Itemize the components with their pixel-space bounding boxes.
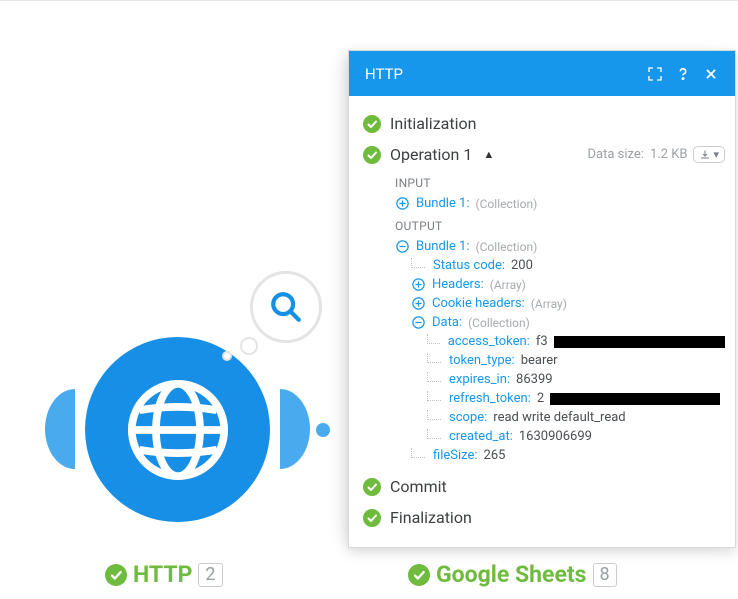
collapse-minus-icon[interactable] bbox=[395, 239, 410, 254]
speech-bubble-tail bbox=[240, 337, 258, 355]
caret-up-icon: ▲ bbox=[483, 148, 494, 161]
created-at-row: created_at: 1630906699 bbox=[395, 427, 725, 446]
check-icon bbox=[105, 564, 127, 586]
data-row[interactable]: Data: (Collection) bbox=[395, 313, 725, 332]
input-section-label: INPUT bbox=[395, 176, 725, 190]
cookie-headers-row[interactable]: Cookie headers: (Array) bbox=[395, 294, 725, 313]
field-value: 1630906699 bbox=[519, 429, 592, 444]
check-icon bbox=[363, 478, 381, 496]
http-module-node[interactable] bbox=[85, 337, 270, 522]
module-count: 8 bbox=[593, 563, 617, 587]
field-value: 265 bbox=[484, 448, 506, 463]
field-key: expires_in: bbox=[449, 372, 510, 387]
close-icon[interactable] bbox=[697, 60, 725, 88]
check-icon bbox=[363, 115, 381, 133]
connector-dot bbox=[316, 423, 330, 437]
check-icon bbox=[363, 509, 381, 527]
expires-in-row: expires_in: 86399 bbox=[395, 370, 725, 389]
bundle-key: Bundle 1: bbox=[416, 196, 470, 211]
field-meta: (Array) bbox=[531, 297, 567, 311]
speech-bubble-tail bbox=[222, 351, 232, 361]
field-key: token_type: bbox=[449, 353, 515, 368]
field-key: fileSize: bbox=[433, 448, 478, 463]
data-size-value: 1.2 KB bbox=[650, 147, 688, 162]
status-code-row: Status code: 200 bbox=[395, 256, 725, 275]
check-icon bbox=[363, 146, 381, 164]
field-key: access_token: bbox=[448, 334, 530, 349]
field-key: Data: bbox=[432, 315, 462, 330]
field-value: 86399 bbox=[516, 372, 553, 387]
field-key: created_at: bbox=[449, 429, 513, 444]
access-token-row: access_token: f3 bbox=[395, 332, 725, 351]
phase-finalization[interactable]: Finalization bbox=[363, 502, 725, 533]
field-key: Headers: bbox=[432, 277, 484, 292]
module-count: 2 bbox=[198, 563, 222, 587]
field-key: scope: bbox=[449, 410, 487, 425]
refresh-token-row: refresh_token: 2 bbox=[395, 389, 725, 408]
globe-icon bbox=[123, 375, 233, 485]
filesize-row: fileSize: 265 bbox=[395, 446, 725, 465]
token-type-row: token_type: bearer bbox=[395, 351, 725, 370]
phase-label: Finalization bbox=[390, 508, 472, 527]
expand-plus-icon[interactable] bbox=[395, 196, 410, 211]
inspect-button[interactable] bbox=[250, 271, 322, 343]
phase-operation-1[interactable]: Operation 1 ▲ Data size: 1.2 KB ▾ bbox=[363, 139, 725, 170]
phase-label: Initialization bbox=[390, 114, 476, 133]
phase-initialization[interactable]: Initialization bbox=[363, 108, 725, 139]
input-bundle-row[interactable]: Bundle 1: (Collection) bbox=[395, 194, 725, 213]
field-key: Cookie headers: bbox=[432, 296, 525, 311]
panel-header[interactable]: HTTP bbox=[349, 51, 735, 96]
scope-row: scope: read write default_read bbox=[395, 408, 725, 427]
field-value: 2 bbox=[537, 391, 544, 406]
help-icon[interactable] bbox=[669, 60, 697, 88]
field-value: bearer bbox=[521, 353, 558, 368]
data-size-label: Data size: bbox=[588, 147, 644, 162]
bundle-meta: (Collection) bbox=[476, 240, 538, 254]
panel-title: HTTP bbox=[365, 65, 641, 83]
output-bundle-row[interactable]: Bundle 1: (Collection) bbox=[395, 237, 725, 256]
scenario-canvas[interactable]: HTTP 2 Google Sheets 8 HTTP Initializa bbox=[0, 1, 738, 599]
module-name: HTTP bbox=[133, 561, 192, 588]
expand-plus-icon[interactable] bbox=[411, 296, 426, 311]
redacted-value bbox=[550, 393, 720, 405]
module-name: Google Sheets bbox=[436, 561, 587, 588]
field-key: Status code: bbox=[433, 258, 505, 273]
phase-label: Commit bbox=[390, 477, 447, 496]
headers-row[interactable]: Headers: (Array) bbox=[395, 275, 725, 294]
panel-body: Initialization Operation 1 ▲ Data size: … bbox=[349, 96, 735, 547]
google-sheets-module-label[interactable]: Google Sheets 8 bbox=[408, 561, 617, 588]
field-value: read write default_read bbox=[493, 410, 625, 425]
field-key: refresh_token: bbox=[449, 391, 531, 406]
check-icon bbox=[408, 564, 430, 586]
redacted-value bbox=[554, 336, 725, 348]
bundle-key: Bundle 1: bbox=[416, 239, 470, 254]
field-value: 200 bbox=[511, 258, 533, 273]
field-value: f3 bbox=[536, 334, 548, 349]
field-meta: (Collection) bbox=[468, 316, 530, 330]
phase-commit[interactable]: Commit bbox=[363, 471, 725, 502]
download-button[interactable]: ▾ bbox=[693, 146, 725, 163]
expand-icon[interactable] bbox=[641, 60, 669, 88]
field-meta: (Array) bbox=[490, 278, 526, 292]
output-section-label: OUTPUT bbox=[395, 219, 725, 233]
collapse-minus-icon[interactable] bbox=[411, 315, 426, 330]
http-module-label[interactable]: HTTP 2 bbox=[105, 561, 223, 588]
bundle-meta: (Collection) bbox=[476, 197, 538, 211]
expand-plus-icon[interactable] bbox=[411, 277, 426, 292]
execution-panel: HTTP Initialization Operation 1 ▲ Da bbox=[348, 50, 736, 548]
chevron-down-icon: ▾ bbox=[713, 148, 719, 161]
phase-label: Operation 1 bbox=[390, 145, 472, 164]
